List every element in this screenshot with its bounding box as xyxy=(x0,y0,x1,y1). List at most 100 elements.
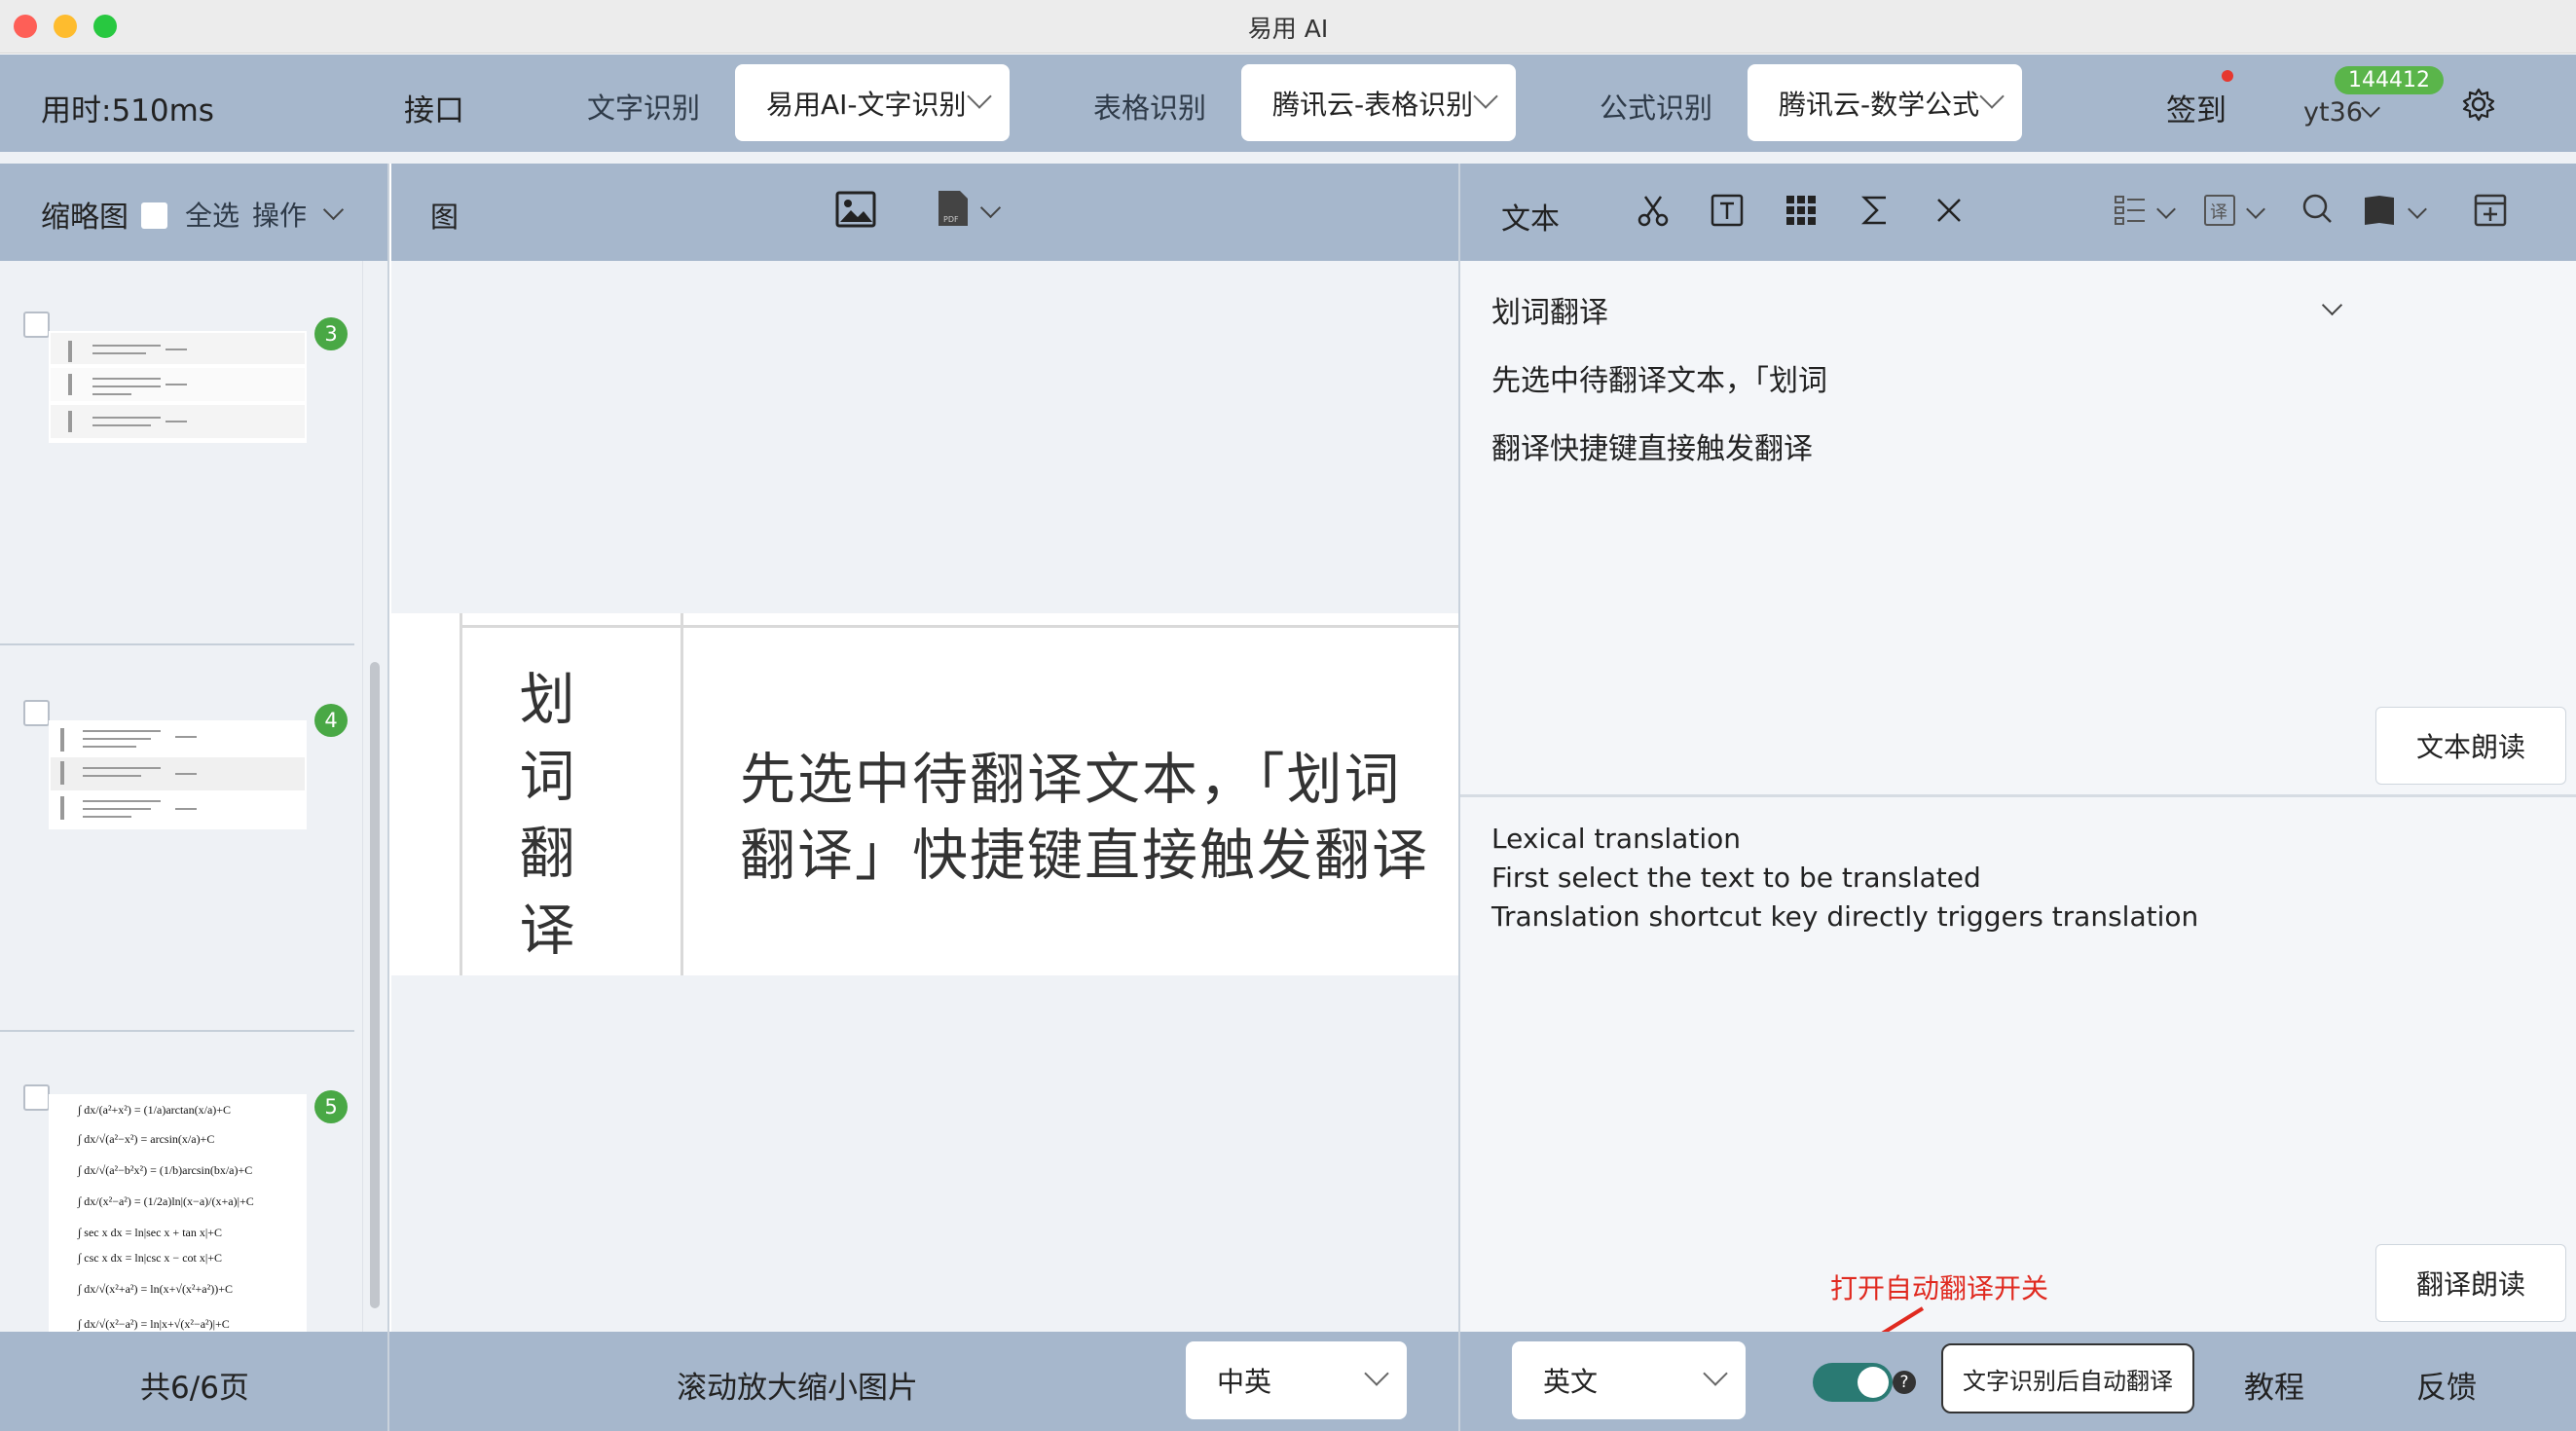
help-icon[interactable]: ? xyxy=(1893,1371,1916,1394)
chevron-down-icon xyxy=(1979,84,2005,109)
scissors-icon[interactable] xyxy=(1636,193,1671,232)
target-language-value: 英文 xyxy=(1543,1366,1599,1398)
feedback-button[interactable]: 反馈 xyxy=(2416,1363,2477,1407)
pdf-icon[interactable]: PDF xyxy=(937,189,970,232)
chevron-down-icon xyxy=(1364,1361,1389,1386)
doc-char: 划 xyxy=(519,668,575,732)
thumbnail-scrollbar-thumb[interactable] xyxy=(370,662,380,1308)
read-translation-button[interactable]: 翻译朗读 xyxy=(2375,1244,2566,1322)
zoom-hint: 滚动放大缩小图片 xyxy=(677,1371,918,1406)
table-border xyxy=(460,613,462,975)
svg-text:∫ dx/√(x²−a²) = ln|x+√(x²−a²)|: ∫ dx/√(x²−a²) = ln|x+√(x²−a²)|+C xyxy=(77,1317,230,1331)
thumbnail-panel-header: 缩略图 全选 操作 xyxy=(0,164,387,261)
chevron-down-icon xyxy=(1703,1361,1728,1386)
svg-text:PDF: PDF xyxy=(943,215,959,224)
ocr-line: 翻译快捷键直接触发翻译 xyxy=(1491,432,1813,466)
title-bar: 易用 AI xyxy=(0,0,2576,54)
table-ocr-label: 表格识别 xyxy=(1093,92,1207,125)
thumbnail-item[interactable]: 3 xyxy=(0,261,354,645)
book-icon[interactable] xyxy=(2362,193,2397,232)
select-all-label[interactable]: 全选 xyxy=(185,195,239,234)
svg-text:译: 译 xyxy=(2210,202,2227,223)
table-ocr-engine-select[interactable]: 腾讯云-表格识别 xyxy=(1241,64,1516,141)
doc-char: 翻 xyxy=(519,822,575,886)
annotation-text: 打开自动翻译开关 xyxy=(1830,1272,2049,1304)
svg-text:∫ dx/√(a²−x²) = arcsin(x/a)+C: ∫ dx/√(a²−x²) = arcsin(x/a)+C xyxy=(77,1132,214,1146)
chevron-down-icon[interactable] xyxy=(2408,200,2427,219)
points-badge: 144412 xyxy=(2335,66,2444,94)
sigma-icon[interactable] xyxy=(1858,193,1893,232)
source-language-select[interactable]: 中英 xyxy=(1186,1341,1407,1419)
chevron-down-icon xyxy=(2361,98,2380,118)
gear-icon[interactable] xyxy=(2461,87,2496,126)
target-language-select[interactable]: 英文 xyxy=(1512,1341,1746,1419)
page-thumbnail-image xyxy=(49,720,307,829)
svg-text:∫ dx/√(a²−b²x²) = (1/b)arcsin(: ∫ dx/√(a²−b²x²) = (1/b)arcsin(bx/a)+C xyxy=(77,1163,252,1177)
toolbar-separator xyxy=(0,152,2576,164)
text-panel: 文本 译 划词翻译 先选中待翻译文本，「划词 翻译快捷键直接触发翻译 文本朗读 … xyxy=(1458,164,2576,1332)
list-layout-icon[interactable] xyxy=(2113,193,2148,232)
top-toolbar: 用时:510ms 接口 文字识别 易用AI-文字识别 表格识别 腾讯云-表格识别… xyxy=(0,55,2576,152)
username-menu[interactable]: yt36 xyxy=(2303,97,2363,128)
svg-text:∫ dx/(x²−a²) = (1/2a)ln|(x−a)/: ∫ dx/(x²−a²) = (1/2a)ln|(x−a)/(x+a)|+C xyxy=(77,1194,254,1208)
text-ocr-engine-select[interactable]: 易用AI-文字识别 xyxy=(735,64,1010,141)
doc-char: 译 xyxy=(519,899,575,963)
auto-translate-toggle[interactable] xyxy=(1813,1363,1893,1402)
formula-ocr-engine-value: 腾讯云-数学公式 xyxy=(1779,88,1980,121)
api-label: 接口 xyxy=(404,93,464,128)
text-box-icon[interactable] xyxy=(1710,193,1745,232)
formula-ocr-engine-select[interactable]: 腾讯云-数学公式 xyxy=(1748,64,2022,141)
translation-line: Translation shortcut key directly trigge… xyxy=(1491,900,2199,933)
text-panel-header: 文本 译 xyxy=(1460,164,2576,261)
image-panel: 图 PDF 划 词 翻 译 先选中待翻译文本，「划词 翻译」快捷键直接触发翻译 xyxy=(391,164,1458,1332)
translation-line: Lexical translation xyxy=(1491,823,1741,855)
select-all-checkbox[interactable] xyxy=(141,202,167,229)
chevron-down-icon[interactable] xyxy=(2321,294,2343,316)
elapsed-time: 用时:510ms xyxy=(41,93,214,128)
checkin-button[interactable]: 签到 xyxy=(2166,86,2226,129)
formula-ocr-label: 公式识别 xyxy=(1600,92,1713,125)
table-grid-icon[interactable] xyxy=(1784,193,1819,232)
document-body-text: 先选中待翻译文本，「划词 翻译」快捷键直接触发翻译 xyxy=(740,742,1429,894)
chevron-down-icon xyxy=(322,199,345,221)
thumbnail-checkbox[interactable] xyxy=(23,1084,50,1111)
page-number-badge: 5 xyxy=(314,1090,348,1123)
page-thumbnail-image xyxy=(49,331,307,443)
ocr-line: 划词翻译 xyxy=(1491,296,1608,330)
chevron-down-icon[interactable] xyxy=(2246,200,2265,219)
svg-text:∫ dx/(a²+x²) = (1/a)arctan(x/a: ∫ dx/(a²+x²) = (1/a)arctan(x/a)+C xyxy=(77,1103,231,1117)
translate-icon[interactable]: 译 xyxy=(2202,193,2237,232)
chevron-down-icon[interactable] xyxy=(2156,200,2176,219)
translation-text-area[interactable]: Lexical translation First select the tex… xyxy=(1460,797,2576,1332)
thumbnail-item[interactable]: 5 ∫ dx/(a²+x²) = (1/a)arctan(x/a)+C ∫ dx… xyxy=(0,1034,354,1365)
page-counter-section: 共6/6页 xyxy=(0,1332,389,1431)
page-number-badge: 3 xyxy=(314,317,348,350)
auto-translate-tooltip: 文字识别后自动翻译 xyxy=(1941,1343,2194,1413)
translation-line: First select the text to be translated xyxy=(1491,862,1981,894)
search-icon[interactable] xyxy=(2300,191,2335,230)
document-vertical-text: 划 词 翻 译 xyxy=(513,662,581,970)
close-icon[interactable] xyxy=(1932,193,1967,232)
add-window-icon[interactable] xyxy=(2473,193,2508,232)
tutorial-button[interactable]: 教程 xyxy=(2244,1363,2304,1407)
operations-menu[interactable]: 操作 xyxy=(252,195,307,234)
doc-char: 词 xyxy=(519,745,575,809)
thumbnail-item[interactable]: 4 xyxy=(0,647,354,1032)
svg-text:∫ sec x dx = ln|sec x + tan x|: ∫ sec x dx = ln|sec x + tan x|+C xyxy=(77,1226,222,1239)
text-label: 文本 xyxy=(1501,202,1560,237)
thumbnail-checkbox[interactable] xyxy=(23,312,50,338)
table-ocr-engine-value: 腾讯云-表格识别 xyxy=(1272,88,1474,121)
svg-text:∫ csc x dx = ln|csc x − cot x|: ∫ csc x dx = ln|csc x − cot x|+C xyxy=(77,1251,222,1265)
table-border xyxy=(460,625,1458,628)
username: yt36 xyxy=(2303,97,2363,128)
window-title: 易用 AI xyxy=(1247,15,1329,43)
document-image: 划 词 翻 译 先选中待翻译文本，「划词 翻译」快捷键直接触发翻译 xyxy=(391,613,1458,975)
bottom-bar: 共6/6页 滚动放大缩小图片 中英 英文 ? 文字识别后自动翻译 教程 反馈 xyxy=(0,1332,2576,1431)
read-text-button[interactable]: 文本朗读 xyxy=(2375,707,2566,785)
doc-line: 翻译」快捷键直接触发翻译 xyxy=(740,824,1429,888)
chevron-down-icon xyxy=(967,84,992,109)
image-icon[interactable] xyxy=(835,191,876,232)
chevron-down-icon[interactable] xyxy=(979,197,1002,219)
thumbnail-checkbox[interactable] xyxy=(23,700,50,726)
ocr-text-area[interactable]: 划词翻译 先选中待翻译文本，「划词 翻译快捷键直接触发翻译 文本朗读 xyxy=(1460,261,2576,794)
